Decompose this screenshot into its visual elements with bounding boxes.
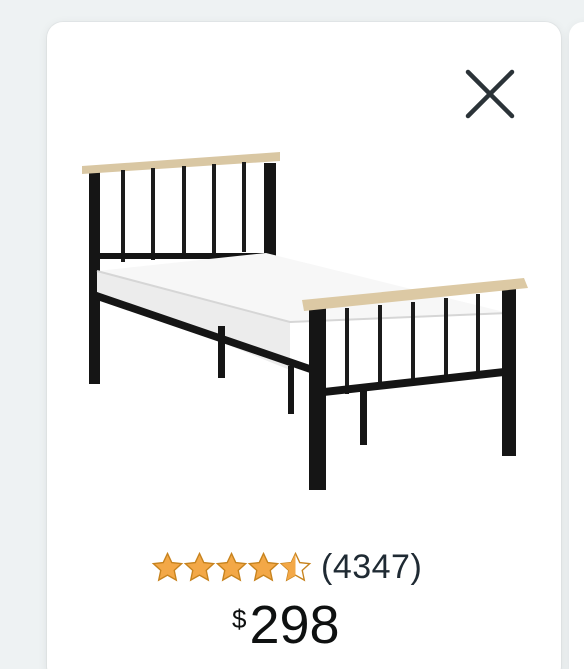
metal-bed-frame-image[interactable] bbox=[78, 148, 534, 498]
close-button[interactable] bbox=[462, 66, 518, 122]
star-half-icon bbox=[279, 551, 312, 581]
review-count-link[interactable]: (4347) bbox=[321, 548, 422, 587]
star-full-icon bbox=[247, 551, 280, 581]
price-whole: 298 bbox=[249, 595, 340, 655]
rating-row[interactable]: (4347) bbox=[151, 547, 422, 587]
close-icon[interactable] bbox=[462, 66, 518, 122]
star-full-icon bbox=[215, 551, 248, 581]
price: $ 298 bbox=[232, 596, 340, 654]
star-rating[interactable] bbox=[151, 551, 312, 584]
star-full-icon bbox=[151, 551, 184, 581]
star-full-icon bbox=[183, 551, 216, 581]
page: (4347) $ 298 bbox=[0, 0, 584, 669]
next-card-edge[interactable] bbox=[569, 22, 584, 669]
price-currency-symbol: $ bbox=[232, 604, 247, 634]
